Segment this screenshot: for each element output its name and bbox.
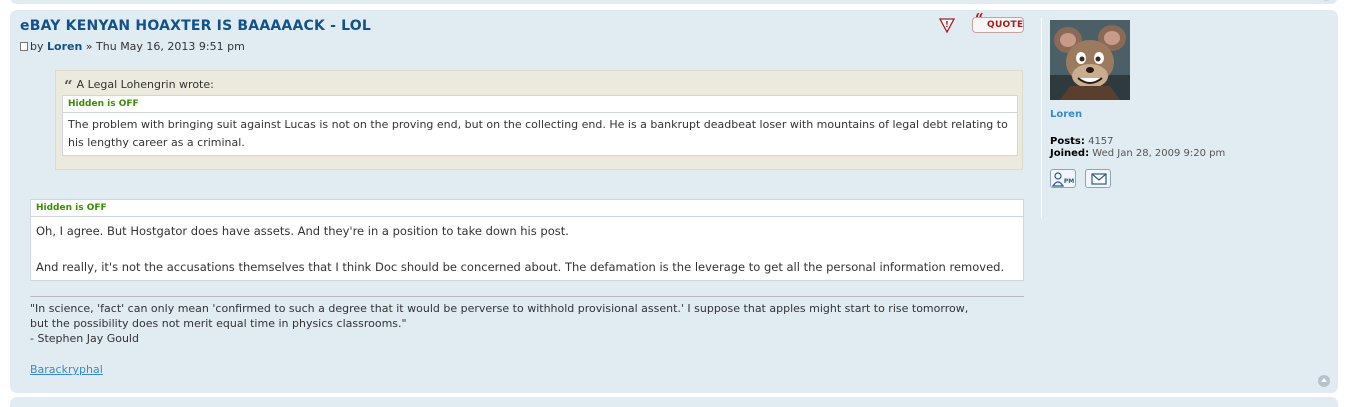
post-hidden-box: Hidden is OFF Oh, I agree. But Hostgator… [30, 199, 1024, 281]
post-profile: Loren Posts: 4157 Joined: Wed Jan 28, 20… [1041, 18, 1331, 218]
author-line: by Loren » Thu May 16, 2013 9:51 pm [20, 40, 245, 53]
joined-value: Wed Jan 28, 2009 9:20 pm [1092, 148, 1226, 159]
next-post-top [10, 397, 1338, 407]
post-container: eBAY KENYAN HOAXTER IS BAAAAACK - LOL by… [10, 10, 1338, 393]
post-date: Thu May 16, 2013 9:51 pm [96, 40, 245, 53]
date-separator: » [85, 40, 93, 53]
quote-button-label: QUOTE [987, 20, 1024, 30]
by-prefix: by [30, 40, 44, 53]
quoted-message: “A Legal Lohengrin wrote: Hidden is OFF … [55, 70, 1023, 170]
quote-cite-text: A Legal Lohengrin wrote: [76, 78, 214, 91]
svg-text:!: ! [945, 20, 949, 29]
author-link[interactable]: Loren [47, 40, 82, 53]
signature-quote-line-2: but the possibility does not merit equal… [30, 317, 407, 330]
profile-username[interactable]: Loren [1050, 109, 1082, 120]
post-content: Oh, I agree. But Hostgator does have ass… [31, 217, 1023, 276]
hidden-status-label: Hidden is OFF [63, 96, 1017, 113]
quote-button[interactable]: “QUOTE [972, 12, 1024, 33]
signature-attribution: - Stephen Jay Gould [30, 332, 139, 345]
previous-post-bottom [10, 0, 1338, 4]
contact-icons: PM [1050, 169, 1115, 188]
joined-label: Joined: [1050, 148, 1090, 159]
quote-cite: “A Legal Lohengrin wrote: [64, 77, 214, 95]
back-to-top-icon[interactable] [1318, 375, 1330, 387]
quote-text: The problem with bringing suit against L… [68, 118, 1008, 149]
posts-label: Posts: [1050, 136, 1085, 147]
report-icon[interactable]: ! [938, 16, 956, 34]
quote-hidden-box: Hidden is OFF The problem with bringing … [62, 95, 1018, 156]
hidden-status-label: Hidden is OFF [31, 200, 1023, 217]
post-title[interactable]: eBAY KENYAN HOAXTER IS BAAAAACK - LOL [20, 18, 371, 34]
pm-label: PM [1064, 178, 1074, 185]
signature-link[interactable]: Barackryphal [30, 363, 103, 376]
post-icon[interactable] [20, 42, 28, 51]
pm-icon[interactable]: PM [1050, 169, 1076, 188]
signature-quote-line-1: "In science, 'fact' can only mean 'confi… [30, 302, 969, 315]
back-to-top-icon[interactable] [1321, 0, 1332, 1]
post-paragraph-1: Oh, I agree. But Hostgator does have ass… [36, 224, 569, 238]
signature: "In science, 'fact' can only mean 'confi… [30, 296, 1024, 346]
quote-cite-icon: “ [64, 77, 73, 95]
quote-mark-icon: “ [975, 10, 984, 28]
post-paragraph-2: And really, it's not the accusations the… [36, 260, 1005, 274]
profile-joined: Joined: Wed Jan 28, 2009 9:20 pm [1050, 148, 1225, 159]
post-body: eBAY KENYAN HOAXTER IS BAAAAACK - LOL by… [20, 10, 1024, 393]
profile-posts: Posts: 4157 [1050, 136, 1114, 147]
email-icon[interactable] [1085, 169, 1112, 188]
posts-value: 4157 [1088, 136, 1114, 147]
avatar[interactable] [1050, 20, 1130, 100]
